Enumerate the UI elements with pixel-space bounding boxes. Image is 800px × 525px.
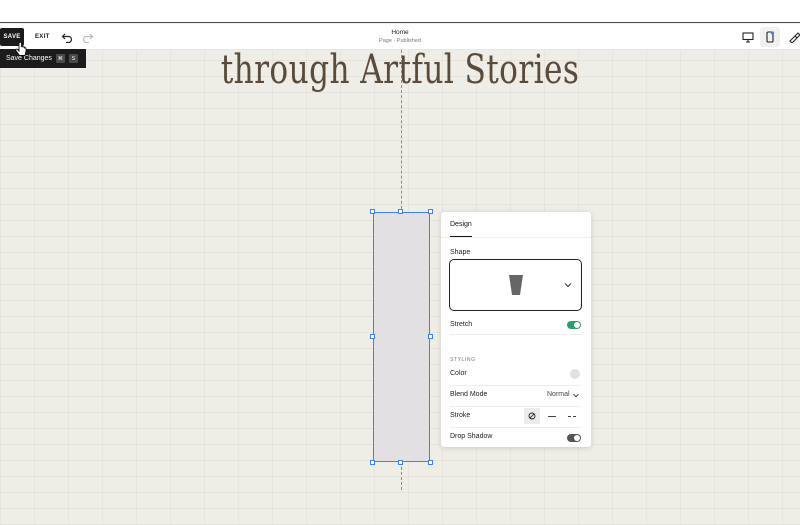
headline-text[interactable]: through Artful Stories xyxy=(88,50,712,90)
tab-design[interactable]: Design xyxy=(450,221,472,228)
shape-selector[interactable] xyxy=(449,259,582,311)
chevron-down-icon xyxy=(564,283,572,288)
color-label: Color xyxy=(450,370,467,377)
resize-handle-tl[interactable] xyxy=(370,209,375,214)
undo-icon[interactable] xyxy=(61,31,73,43)
resize-handle-tr[interactable] xyxy=(428,209,433,214)
desktop-icon[interactable] xyxy=(742,31,754,43)
divider xyxy=(450,406,581,407)
exit-button[interactable]: EXIT xyxy=(35,28,50,46)
resize-handle-bl[interactable] xyxy=(370,460,375,465)
divider xyxy=(441,237,591,238)
resize-handle-bm[interactable] xyxy=(398,460,403,465)
top-band xyxy=(0,0,800,23)
paintbrush-icon[interactable] xyxy=(788,31,800,43)
trapezoid-shape-icon xyxy=(509,275,523,295)
selected-shape-block[interactable] xyxy=(370,209,433,465)
drop-shadow-toggle[interactable] xyxy=(567,434,581,442)
redo-icon[interactable] xyxy=(82,31,94,43)
divider xyxy=(450,427,581,428)
blend-mode-select[interactable]: Normal xyxy=(547,391,570,398)
mobile-icon xyxy=(766,31,775,43)
stroke-label: Stroke xyxy=(450,412,471,419)
divider xyxy=(450,385,581,386)
chevron-down-icon[interactable] xyxy=(573,393,579,398)
stroke-none-button[interactable] xyxy=(524,408,540,424)
resize-handle-mr[interactable] xyxy=(428,334,433,339)
stroke-solid-button[interactable] xyxy=(548,416,556,417)
shortcut-key-s: S xyxy=(68,54,78,63)
stretch-label: Stretch xyxy=(450,321,473,328)
resize-handle-ml[interactable] xyxy=(370,334,375,339)
resize-handle-br[interactable] xyxy=(428,460,433,465)
stretch-toggle[interactable] xyxy=(567,321,581,329)
design-panel: Design Shape Stretch STYLING Color Blend… xyxy=(441,212,591,447)
page-info[interactable]: Home Page · Published xyxy=(340,28,460,45)
styling-section-label: STYLING xyxy=(450,357,476,363)
resize-handle-tm[interactable] xyxy=(398,209,403,214)
color-swatch[interactable] xyxy=(570,369,580,379)
shortcut-key-cmd: ⌘ xyxy=(55,54,65,63)
page-canvas[interactable]: through Artful Stories xyxy=(0,50,800,525)
mobile-view-button[interactable] xyxy=(760,27,780,47)
tooltip-label: Save Changes xyxy=(6,55,52,62)
drop-shadow-label: Drop Shadow xyxy=(450,433,493,440)
save-tooltip: Save Changes ⌘ S xyxy=(0,49,86,68)
blend-mode-label: Blend Mode xyxy=(450,391,488,398)
page-status: Page · Published xyxy=(379,38,421,44)
stroke-dashed-button[interactable] xyxy=(568,416,576,417)
divider xyxy=(450,334,581,335)
editor-toolbar: SAVE EXIT Home Page · Published xyxy=(0,24,800,50)
shape-label: Shape xyxy=(450,249,471,256)
page-title: Home xyxy=(391,29,409,36)
hand-cursor-icon xyxy=(15,42,27,56)
no-stroke-icon xyxy=(528,412,536,420)
